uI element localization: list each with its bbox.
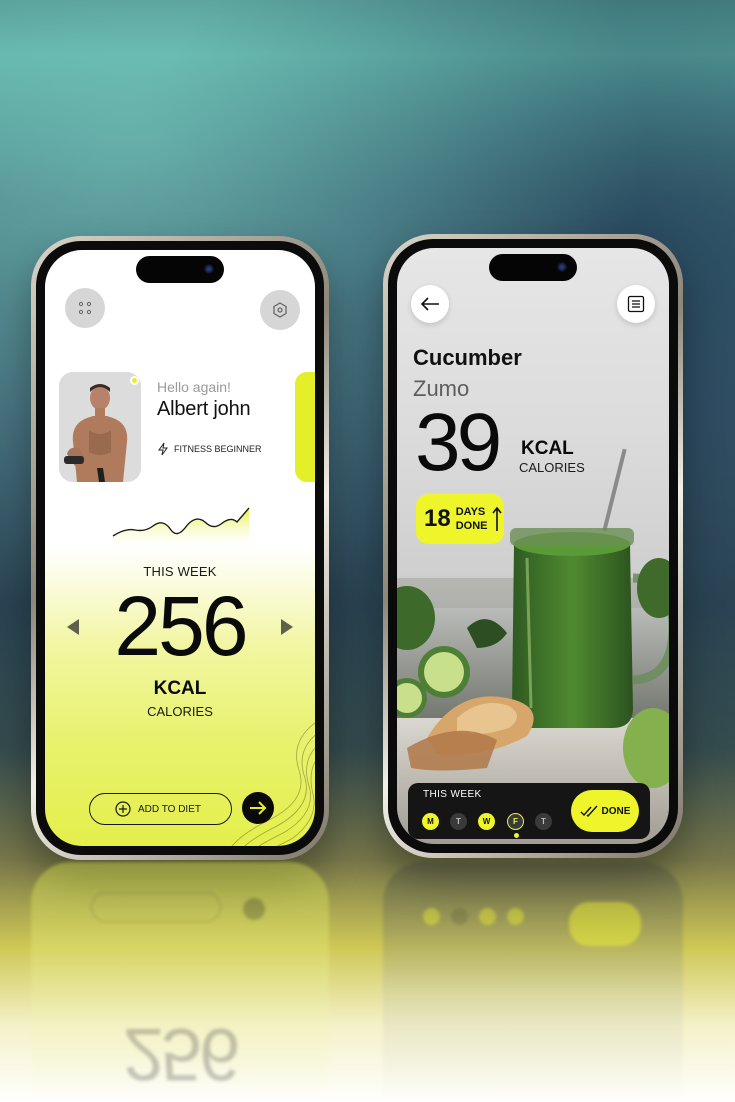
add-to-diet-label: ADD TO DIET: [138, 803, 201, 815]
done-button[interactable]: DONE: [571, 790, 639, 832]
fitness-level: FITNESS BEGINNER: [157, 442, 262, 456]
profile-screen: Hello again! Albert john FITNESS BEGINNE…: [45, 250, 315, 846]
arrow-up-icon: [492, 506, 503, 531]
current-day-indicator: [514, 833, 519, 838]
reflected-day: [451, 908, 468, 925]
phone-left: Hello again! Albert john FITNESS BEGINNE…: [31, 236, 329, 860]
phone-reflection-left: 256: [31, 862, 329, 1102]
day-tuesday[interactable]: T: [450, 813, 467, 830]
calories-value: 39: [415, 397, 502, 488]
next-button[interactable]: [242, 792, 274, 824]
calories-unit: KCAL: [153, 678, 207, 699]
day-wednesday[interactable]: W: [478, 813, 495, 830]
document-lines-icon: [627, 295, 645, 313]
greeting-text: Hello again!: [157, 379, 231, 395]
smoothie-photo: [397, 448, 669, 844]
reflected-day: [479, 908, 496, 925]
settings-button[interactable]: [260, 290, 300, 330]
triangle-right-icon[interactable]: [279, 618, 295, 636]
online-indicator: [130, 376, 139, 385]
arrow-left-icon: [420, 297, 439, 311]
period-label: THIS WEEK: [143, 564, 217, 579]
streak-line1: DAYS: [455, 506, 486, 518]
arrow-right-icon: [250, 801, 267, 815]
calories-unit: KCAL: [521, 438, 574, 459]
fitness-level-label: FITNESS BEGINNER: [174, 444, 262, 454]
streak-label: DAYS DONE: [456, 505, 488, 533]
reflected-dot: [243, 898, 265, 920]
recipe-screen: Cucumber Zumo 39 KCAL CALORIES 18 DAYS D…: [397, 248, 669, 844]
calories-value: 256: [114, 579, 248, 673]
reflected-number: 256: [122, 1013, 238, 1096]
reflected-pill: [91, 892, 221, 922]
recipe-title: Cucumber: [413, 345, 522, 370]
phone-bezel: Hello again! Albert john FITNESS BEGINNE…: [36, 241, 324, 855]
grid-dots-icon: [78, 301, 92, 315]
done-button-label: DONE: [601, 805, 631, 817]
streak-badge: 18 DAYS DONE: [416, 494, 504, 544]
plus-circle-icon: [115, 801, 131, 817]
dynamic-island: [136, 256, 224, 283]
double-check-icon: [580, 805, 598, 817]
reflected-done-button: [569, 902, 641, 946]
phone-right: Cucumber Zumo 39 KCAL CALORIES 18 DAYS D…: [383, 234, 683, 858]
user-name: Albert john: [157, 398, 251, 420]
details-button[interactable]: [617, 285, 655, 323]
menu-button[interactable]: [65, 288, 105, 328]
phone-bezel: Cucumber Zumo 39 KCAL CALORIES 18 DAYS D…: [388, 239, 678, 853]
day-thursday[interactable]: T: [535, 813, 552, 830]
user-photo: [59, 372, 141, 482]
streak-line2: DONE: [455, 520, 488, 532]
streak-days: 18: [424, 505, 451, 532]
reflected-day: [423, 908, 440, 925]
lightning-icon: [158, 442, 168, 456]
reflected-day: [507, 908, 524, 925]
wave-decoration: [231, 722, 315, 846]
day-friday[interactable]: F: [507, 813, 524, 830]
avatar[interactable]: [59, 372, 141, 482]
calories-unit-sub: CALORIES: [519, 460, 585, 475]
weekly-sparkline: [112, 507, 250, 550]
day-monday[interactable]: M: [422, 813, 439, 830]
side-tab[interactable]: [295, 372, 315, 482]
add-to-diet-button[interactable]: ADD TO DIET: [89, 793, 232, 825]
back-button[interactable]: [411, 285, 449, 323]
phone-reflection-right: [383, 862, 683, 1102]
dynamic-island: [489, 254, 577, 281]
week-tracker-label: THIS WEEK: [423, 789, 482, 800]
hexagon-settings-icon: [273, 302, 287, 318]
